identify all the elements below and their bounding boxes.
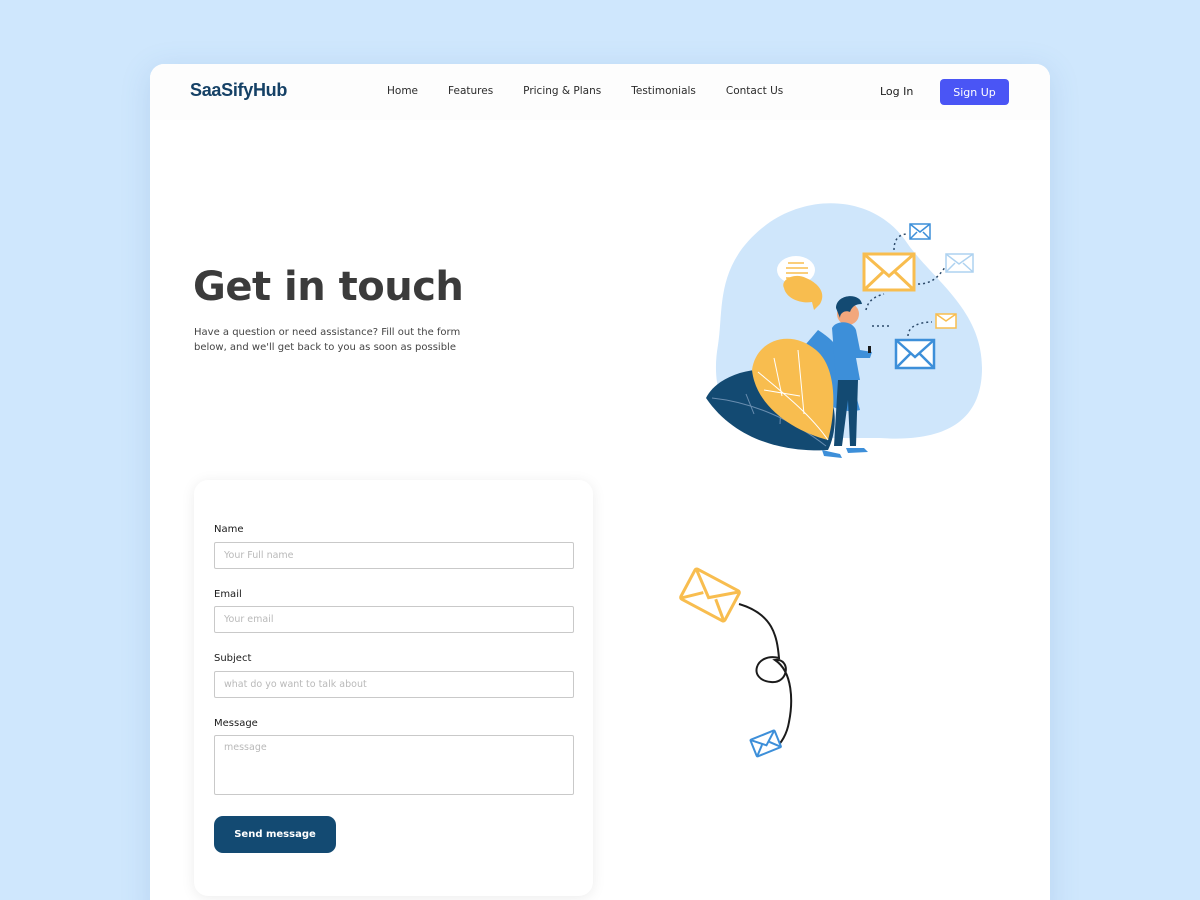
subject-label: Subject	[214, 653, 252, 664]
nav-link-testimonials[interactable]: Testimonials	[631, 85, 696, 97]
login-link[interactable]: Log In	[880, 85, 913, 98]
subject-field[interactable]	[214, 671, 574, 698]
flying-envelopes-illustration	[679, 567, 793, 758]
name-label: Name	[214, 524, 244, 535]
send-message-button[interactable]: Send message	[214, 816, 336, 853]
nav-link-pricing[interactable]: Pricing & Plans	[523, 85, 601, 97]
nav-links: Home Features Pricing & Plans Testimonia…	[387, 85, 813, 97]
contact-illustration	[706, 203, 982, 458]
navbar: SaaSifyHub Home Features Pricing & Plans…	[150, 64, 1050, 120]
email-label: Email	[214, 589, 242, 600]
browser-window: SaaSifyHub Home Features Pricing & Plans…	[150, 64, 1050, 900]
page-subtitle: Have a question or need assistance? Fill…	[194, 327, 461, 353]
page-title: Get in touch	[193, 264, 464, 310]
message-label: Message	[214, 718, 258, 729]
nav-link-contact[interactable]: Contact Us	[726, 85, 783, 97]
brand-logo[interactable]: SaaSifyHub	[190, 80, 287, 101]
message-field[interactable]	[214, 735, 574, 795]
name-field[interactable]	[214, 542, 574, 569]
signup-button[interactable]: Sign Up	[940, 79, 1009, 105]
email-field[interactable]	[214, 606, 574, 633]
nav-link-home[interactable]: Home	[387, 85, 418, 97]
contact-form: Name Email Subject Message Send message	[194, 480, 593, 896]
nav-link-features[interactable]: Features	[448, 85, 493, 97]
